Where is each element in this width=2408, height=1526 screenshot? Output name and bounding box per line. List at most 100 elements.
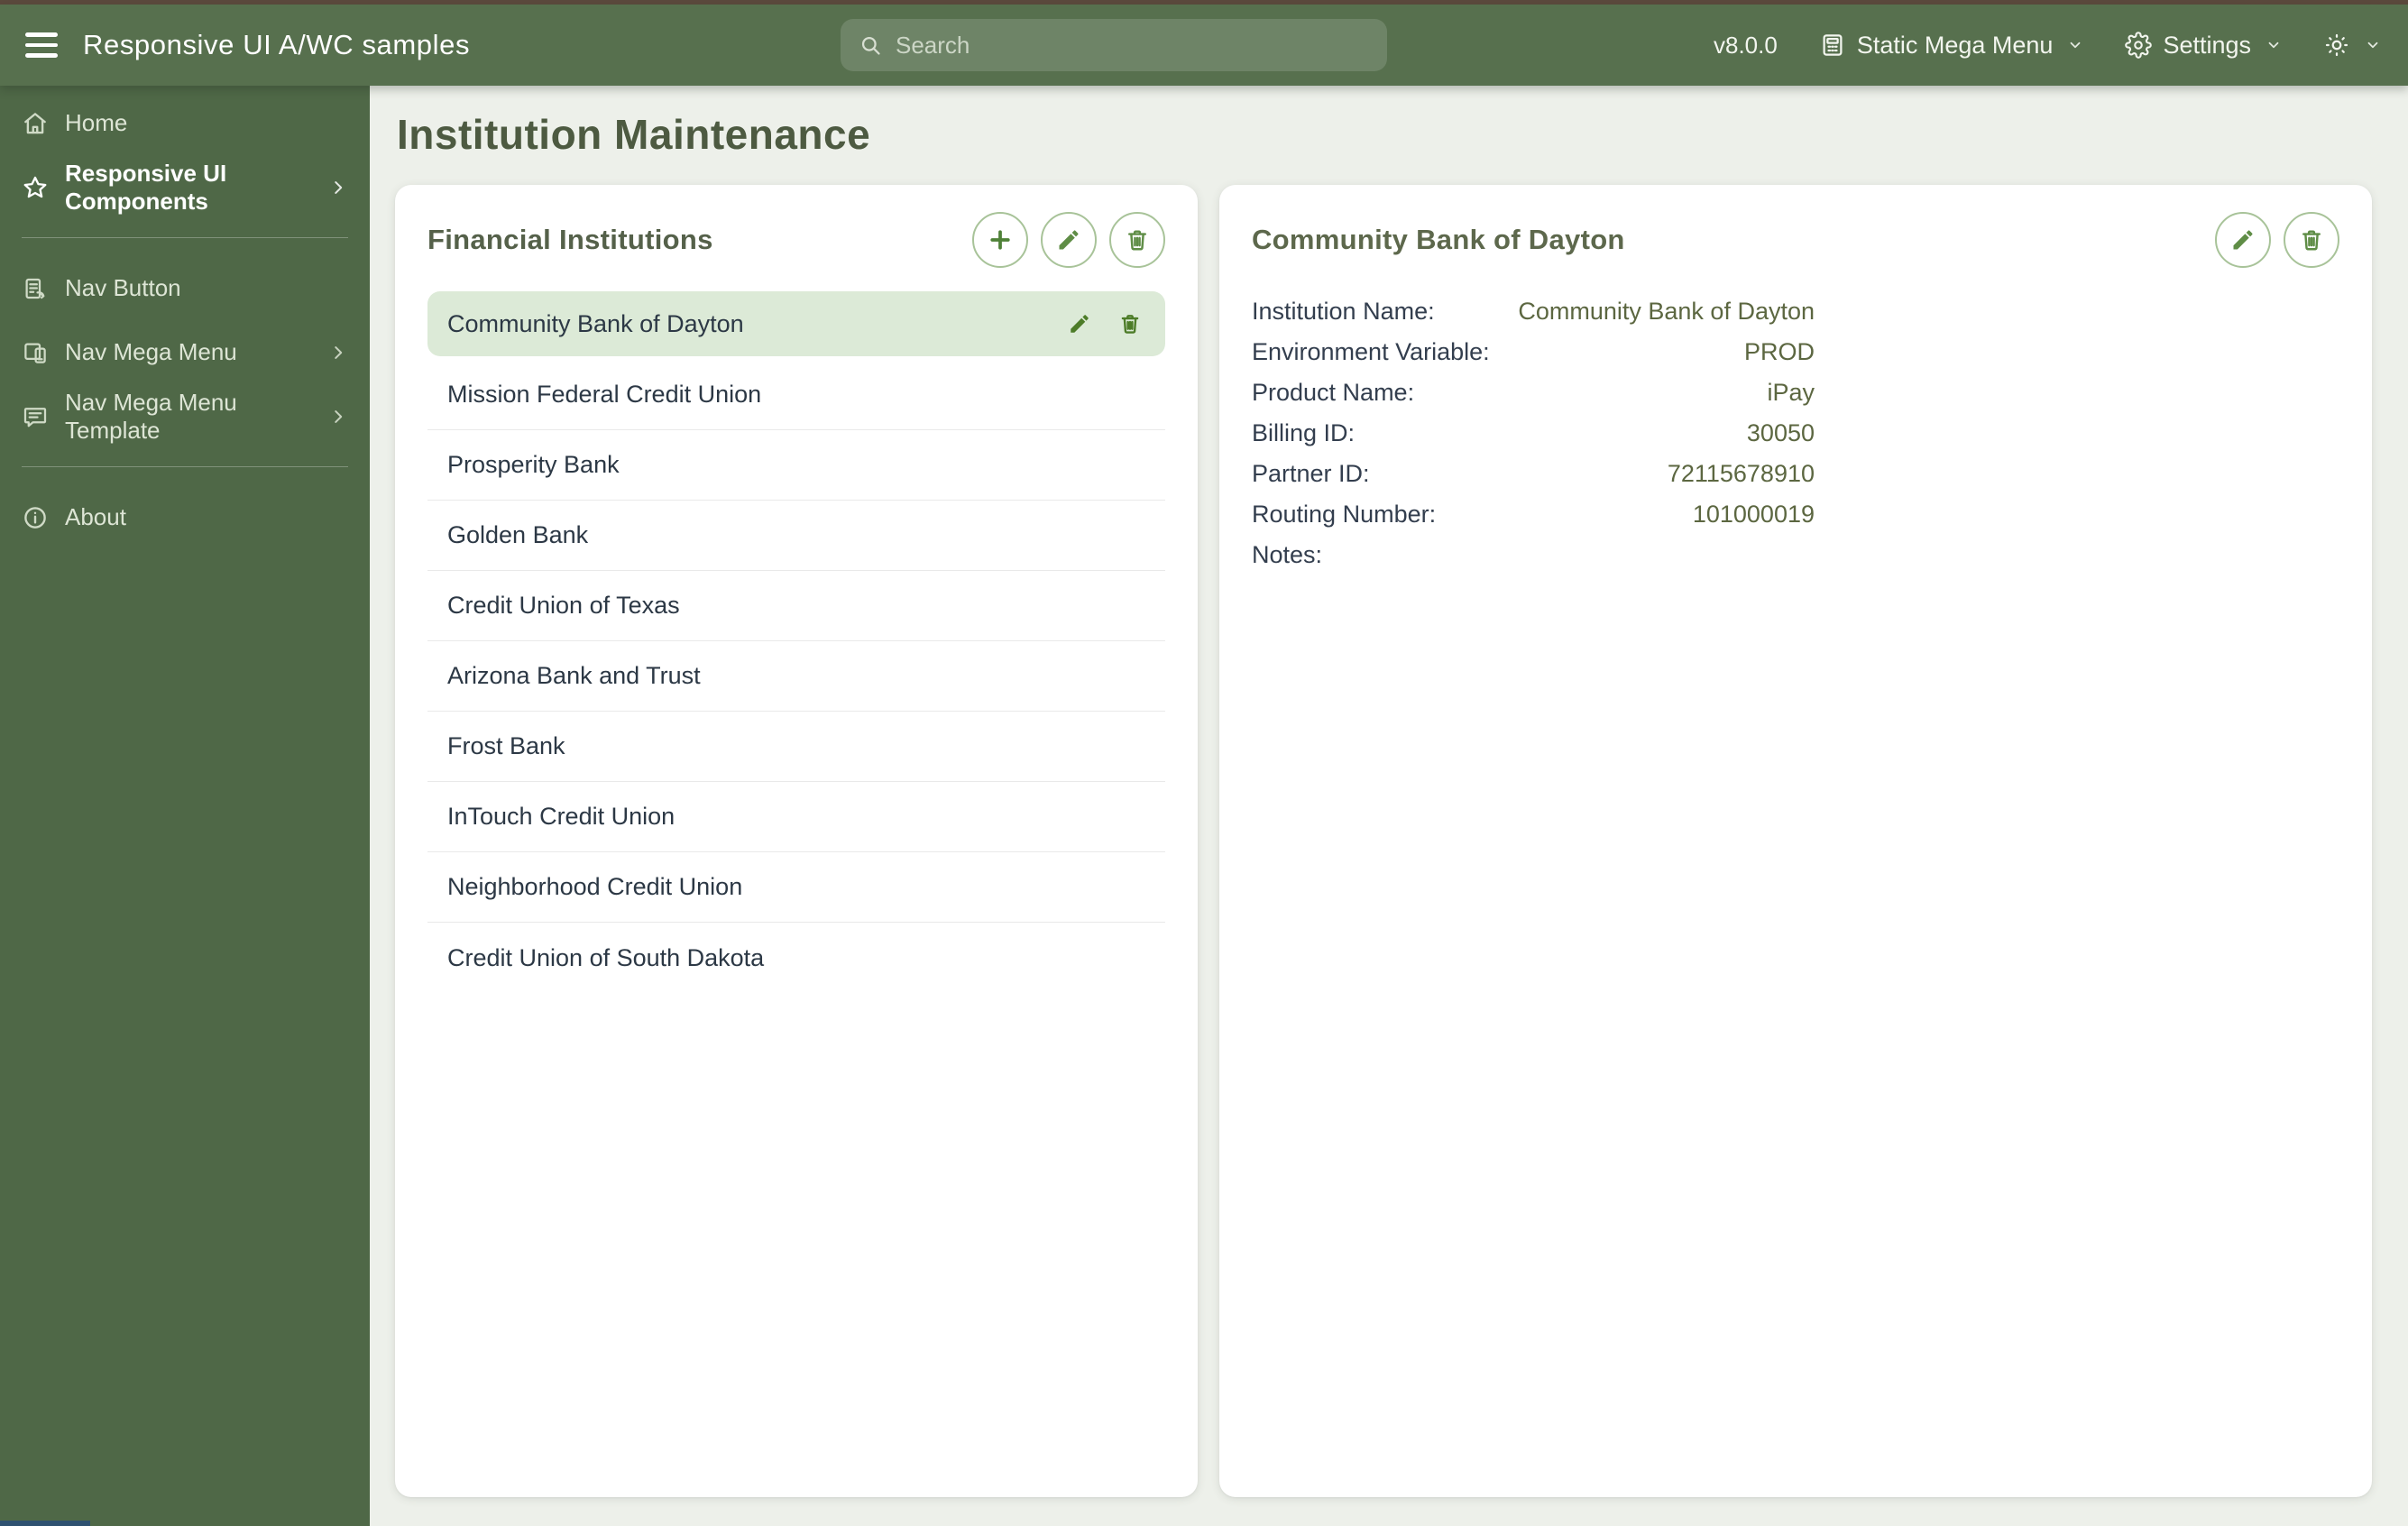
field-value: Community Bank of Dayton <box>1518 298 1815 325</box>
chevron-right-icon <box>328 178 348 198</box>
add-institution-button[interactable] <box>972 212 1028 268</box>
sidebar-item-label: Responsive UI Components <box>65 159 227 215</box>
trash-icon <box>1125 227 1150 253</box>
institution-name: Neighborhood Credit Union <box>447 873 743 900</box>
institution-detail-panel: Community Bank of Dayton Institution Nam… <box>1219 185 2372 1497</box>
edit-detail-button[interactable] <box>2215 212 2271 268</box>
sidebar-item-label: About <box>65 503 126 530</box>
page-title: Institution Maintenance <box>397 111 871 158</box>
search-box[interactable] <box>841 19 1387 71</box>
detail-fields: Institution Name: Community Bank of Dayto… <box>1252 291 2339 575</box>
home-icon <box>22 110 49 137</box>
detail-field-billing-id: Billing ID: 30050 <box>1252 413 1815 454</box>
chevron-down-icon <box>2067 37 2083 53</box>
corner-strip <box>0 1521 90 1526</box>
institution-name: Credit Union of Texas <box>447 592 680 619</box>
row-delete-button[interactable] <box>1118 312 1142 336</box>
detail-field-routing-number: Routing Number: 101000019 <box>1252 494 1815 535</box>
mega-menu-label: Static Mega Menu <box>1856 31 2054 59</box>
field-label: Product Name: <box>1252 379 1415 406</box>
chevron-right-icon <box>328 343 348 363</box>
sidebar-item-nav-mega-menu-template[interactable]: Nav Mega Menu Template <box>0 384 370 448</box>
pencil-icon <box>2230 227 2256 253</box>
detail-panel-title: Community Bank of Dayton <box>1252 224 1625 255</box>
field-value: PROD <box>1743 338 1815 365</box>
field-label: Partner ID: <box>1252 460 1370 487</box>
settings-dropdown[interactable]: Settings <box>2125 32 2282 60</box>
chevron-down-icon <box>2266 37 2282 53</box>
chevron-down-icon <box>2365 37 2381 53</box>
field-label: Environment Variable: <box>1252 338 1490 365</box>
delete-detail-button[interactable] <box>2284 212 2339 268</box>
sidebar-item-about[interactable]: About <box>0 485 370 549</box>
sidebar-item-nav-mega-menu[interactable]: Nav Mega Menu <box>0 320 370 384</box>
search-input[interactable] <box>896 31 1369 60</box>
search-icon <box>859 33 883 58</box>
detail-field-product-name: Product Name: iPay <box>1252 372 1815 413</box>
financial-institutions-panel: Financial Institutions Community Bank of… <box>395 185 1198 1497</box>
pencil-icon <box>1056 227 1081 253</box>
institution-name: Credit Union of South Dakota <box>447 943 765 971</box>
institution-row-credit-union-of-texas[interactable]: Credit Union of Texas <box>427 571 1165 641</box>
edit-institution-button[interactable] <box>1041 212 1097 268</box>
delete-institution-button[interactable] <box>1109 212 1165 268</box>
form-icon <box>22 275 49 302</box>
main-content: Institution Maintenance Financial Instit… <box>370 86 2408 1526</box>
chat-icon <box>22 403 49 430</box>
field-value: iPay <box>1767 379 1815 406</box>
devices-icon <box>22 339 49 366</box>
institution-row-prosperity-bank[interactable]: Prosperity Bank <box>427 430 1165 501</box>
theme-toggle-dropdown[interactable] <box>2323 32 2381 59</box>
detail-field-notes: Notes: <box>1252 535 1815 575</box>
info-icon <box>22 504 49 531</box>
plus-icon <box>987 226 1014 253</box>
sidebar-divider <box>22 237 348 238</box>
institution-row-mission-federal-credit-union[interactable]: Mission Federal Credit Union <box>427 360 1165 430</box>
institutions-list: Community Bank of Dayton Mission Federal … <box>427 291 1165 993</box>
institution-row-community-bank-of-dayton[interactable]: Community Bank of Dayton <box>427 291 1165 356</box>
sidebar-divider <box>22 466 348 467</box>
institution-row-frost-bank[interactable]: Frost Bank <box>427 712 1165 782</box>
institution-row-intouch-credit-union[interactable]: InTouch Credit Union <box>427 782 1165 852</box>
field-label: Billing ID: <box>1252 419 1356 446</box>
calculator-icon <box>1819 32 1846 59</box>
institution-name: Community Bank of Dayton <box>447 309 744 337</box>
field-value: 101000019 <box>1692 501 1815 528</box>
field-value: 30050 <box>1746 419 1815 446</box>
institution-name: Prosperity Bank <box>447 451 620 478</box>
sun-icon <box>2323 32 2350 59</box>
detail-field-institution-name: Institution Name: Community Bank of Dayto… <box>1252 291 1815 332</box>
sidebar-item-nav-button[interactable]: Nav Button <box>0 256 370 320</box>
version-label: v8.0.0 <box>1714 31 1778 59</box>
sidebar-item-label: Nav Button <box>65 274 181 301</box>
institution-name: Mission Federal Credit Union <box>447 381 762 408</box>
institution-name: Golden Bank <box>447 521 589 548</box>
app-title: Responsive UI A/WC samples <box>83 29 471 60</box>
pencil-icon <box>1068 312 1091 336</box>
sidebar-item-label: Nav Mega Menu <box>65 338 237 365</box>
detail-field-environment-variable: Environment Variable: PROD <box>1252 332 1815 372</box>
list-panel-title: Financial Institutions <box>427 224 713 255</box>
field-label: Institution Name: <box>1252 298 1435 325</box>
sidebar-item-responsive-ui-components[interactable]: Responsive UI Components <box>0 155 370 219</box>
institution-name: Arizona Bank and Trust <box>447 662 701 689</box>
field-value: 72115678910 <box>1667 460 1815 487</box>
field-label: Routing Number: <box>1252 501 1437 528</box>
institution-row-credit-union-of-south-dakota[interactable]: Credit Union of South Dakota <box>427 923 1165 993</box>
sidebar-item-home[interactable]: Home <box>0 91 370 155</box>
sidebar: Home Responsive UI Components Nav Button Na… <box>0 86 370 1526</box>
hamburger-menu-icon[interactable] <box>25 32 58 58</box>
gear-icon <box>2125 32 2153 59</box>
field-label: Notes: <box>1252 541 1323 568</box>
row-edit-button[interactable] <box>1068 312 1091 336</box>
institution-name: Frost Bank <box>447 732 565 759</box>
institution-row-arizona-bank-and-trust[interactable]: Arizona Bank and Trust <box>427 641 1165 712</box>
trash-icon <box>1118 312 1142 336</box>
mega-menu-dropdown[interactable]: Static Mega Menu <box>1819 32 2084 60</box>
app-header: Responsive UI A/WC samples v8.0.0 Static… <box>0 5 2408 86</box>
sidebar-item-label: Nav Mega Menu Template <box>65 388 237 444</box>
institution-row-neighborhood-credit-union[interactable]: Neighborhood Credit Union <box>427 852 1165 923</box>
sidebar-item-label: Home <box>65 109 128 136</box>
institution-row-golden-bank[interactable]: Golden Bank <box>427 501 1165 571</box>
institution-name: InTouch Credit Union <box>447 803 676 830</box>
